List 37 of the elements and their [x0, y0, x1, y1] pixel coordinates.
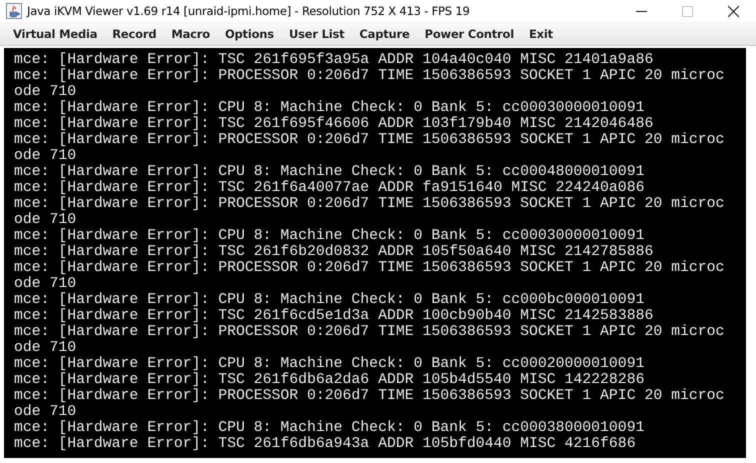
console-line: mce: [Hardware Error]: TSC 261f6b20d0832 ADDR 105f50a640 MISC 2142785886 [14, 244, 654, 260]
console-line: mce: [Hardware Error]: TSC 261f6a40077ae ADDR fa9151640 MISC 224240a086 [14, 180, 646, 196]
console-line: ode 710 [14, 404, 78, 420]
menu-item[interactable]: Exit [522, 26, 562, 40]
console-line: mce: [Hardware Error]: CPU 8: Machine Check: 0 Bank 5: cc000bc000010091 [14, 292, 646, 308]
maximize-icon [682, 6, 692, 16]
console-line: mce: [Hardware Error]: CPU 8: Machine Check: 0 Bank 5: cc00030000010091 [14, 228, 646, 244]
console-line: mce: [Hardware Error]: CPU 8: Machine Check: 0 Bank 5: cc00030000010091 [14, 100, 646, 116]
console-line: mce: [Hardware Error]: PROCESSOR 0:206d7 TIME 1506386593 SOCKET 1 APIC 20 microc [14, 68, 726, 84]
window-title: Java iKVM Viewer v1.69 r14 [unraid-ipmi.home] - Resolution 752 X 413 - FPS 19 [27, 4, 470, 18]
console-line: mce: [Hardware Error]: TSC 261f695f46606 ADDR 103f179b40 MISC 2142046486 [14, 116, 654, 132]
console-line: mce: [Hardware Error]: PROCESSOR 0:206d7 TIME 1506386593 SOCKET 1 APIC 20 microc [14, 196, 726, 212]
console-line: mce: [Hardware Error]: TSC 261f6db6a2da6 ADDR 105b4d5540 MISC 142228286 [14, 372, 646, 388]
menu-item[interactable]: Virtual Media [7, 26, 106, 40]
java-cup-icon [6, 3, 22, 19]
menu-item[interactable]: Options [218, 26, 283, 40]
console-line: mce: [Hardware Error]: CPU 8: Machine Check: 0 Bank 5: cc00038000010091 [14, 420, 646, 436]
close-icon [728, 6, 738, 16]
console-line: ode 710 [14, 276, 78, 292]
console-line: mce: [Hardware Error]: TSC 261f6db6a943a ADDR 105bfd0440 MISC 4216f686 [14, 436, 637, 452]
console-line: mce: [Hardware Error]: TSC 261f6cd5e1d3a ADDR 100cb90b40 MISC 2142583886 [14, 308, 654, 324]
menu-item[interactable]: User List [282, 26, 354, 40]
console-line: mce: [Hardware Error]: PROCESSOR 0:206d7 TIME 1506386593 SOCKET 1 APIC 20 microc [14, 260, 726, 276]
console-line: ode 710 [14, 84, 78, 100]
console-line: mce: [Hardware Error]: CPU 8: Machine Check: 0 Bank 5: cc00020000010091 [14, 356, 646, 372]
console-line: mce: [Hardware Error]: CPU 8: Machine Check: 0 Bank 5: cc00048000010091 [14, 164, 646, 180]
menu-item[interactable]: Macro [165, 26, 219, 40]
menu-item[interactable]: Power Control [418, 26, 523, 40]
console-line: mce: [Hardware Error]: PROCESSOR 0:206d7 TIME 1506386593 SOCKET 1 APIC 20 microc [14, 324, 726, 340]
console-line: ode 710 [14, 148, 78, 164]
console-line: mce: [Hardware Error]: PROCESSOR 0:206d7 TIME 1506386593 SOCKET 1 APIC 20 microc [14, 388, 726, 404]
menu-item[interactable]: Record [106, 26, 166, 40]
console-line: mce: [Hardware Error]: TSC 261f695f3a95a ADDR 104a40c040 MISC 21401a9a86 [14, 52, 654, 68]
console-line: ode 710 [14, 340, 78, 356]
console-line: mce: [Hardware Error]: PROCESSOR 0:206d7 TIME 1506386593 SOCKET 1 APIC 20 microc [14, 132, 726, 148]
menu-item[interactable]: Capture [353, 26, 419, 40]
console-line: ode 710 [14, 212, 78, 228]
